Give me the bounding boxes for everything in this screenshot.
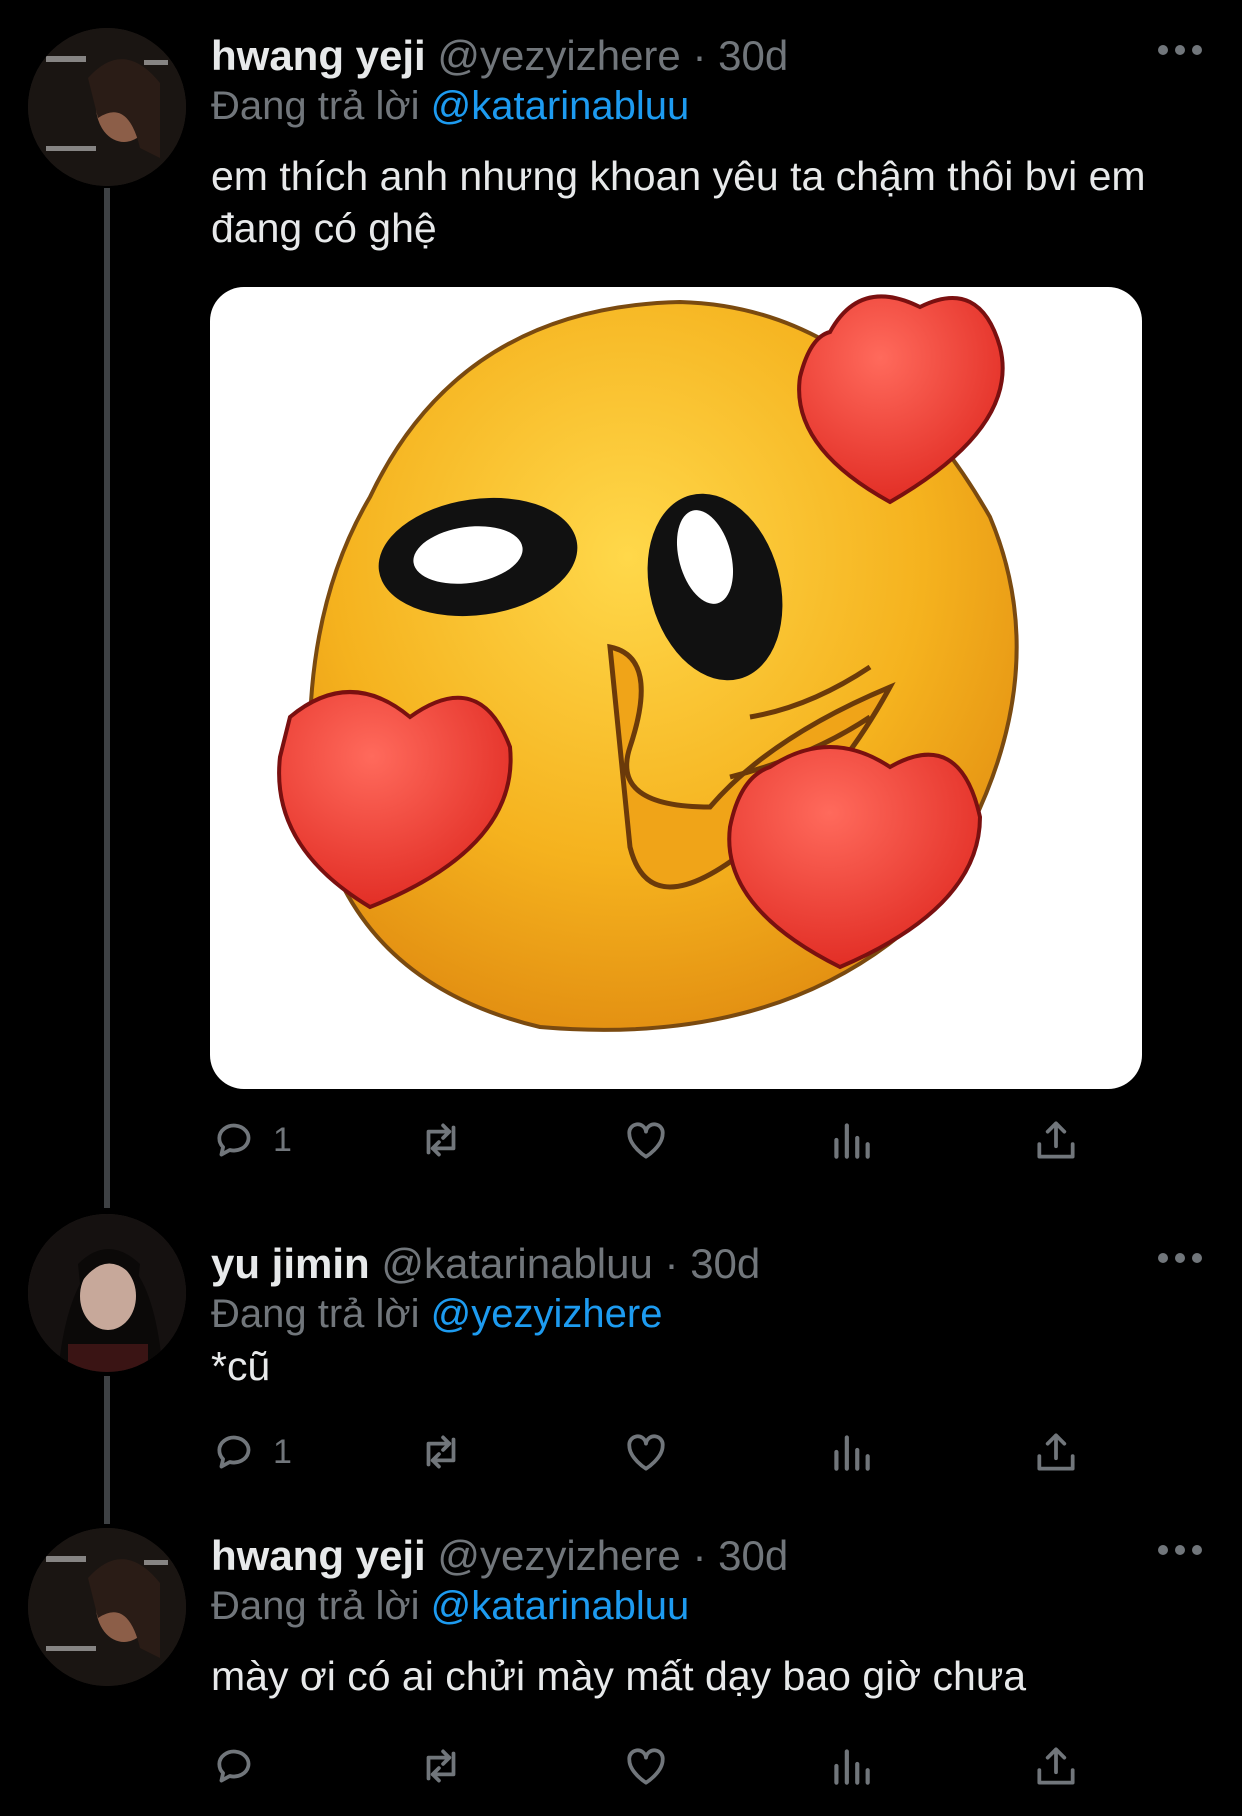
reply-mention[interactable]: @katarinabluu (431, 1584, 690, 1628)
retweet-icon (426, 1123, 456, 1157)
timestamp[interactable]: 30d (718, 32, 788, 79)
tweet-header: hwang yeji @yezyizhere · 30d (211, 1532, 788, 1580)
display-name[interactable]: hwang yeji (211, 1532, 426, 1579)
reply-button[interactable] (211, 1736, 273, 1796)
more-icon[interactable] (1158, 1248, 1202, 1268)
avatar[interactable] (28, 1528, 186, 1686)
analytics-icon (834, 1749, 870, 1785)
reply-context: Đang trả lời @katarinabluu (211, 84, 689, 129)
retweet-icon (426, 1749, 456, 1783)
tweet-text: *cũ (211, 1343, 271, 1389)
display-name[interactable]: yu jimin (211, 1240, 370, 1287)
retweet-button[interactable] (416, 1422, 466, 1482)
tweet-text: em thích anh nhưng khoan yêu ta chậm thô… (211, 153, 1146, 251)
separator: · (692, 32, 707, 79)
reply-mention[interactable]: @yezyizhere (431, 1292, 663, 1336)
share-button[interactable] (1031, 1736, 1081, 1796)
share-button[interactable] (1031, 1110, 1081, 1170)
more-icon[interactable] (1158, 1540, 1202, 1560)
like-button[interactable] (621, 1110, 671, 1170)
avatar[interactable] (28, 1214, 186, 1372)
timestamp[interactable]: 30d (690, 1240, 760, 1287)
reply-icon (217, 1749, 251, 1783)
user-handle[interactable]: @yezyizhere (437, 1532, 680, 1579)
tweet-header: yu jimin @katarinabluu · 30d (211, 1240, 760, 1288)
share-icon (1037, 1121, 1075, 1159)
reply-button[interactable]: 1 (211, 1422, 292, 1482)
like-button[interactable] (621, 1422, 671, 1482)
separator: · (692, 1532, 707, 1579)
tweet[interactable]: hwang yeji @yezyizhere · 30d Đang trả lờ… (0, 0, 1242, 1190)
tweet-header: hwang yeji @yezyizhere · 30d (211, 32, 788, 80)
display-name[interactable]: hwang yeji (211, 32, 426, 79)
reply-prefix: Đang trả lời (211, 1584, 420, 1628)
tweet[interactable]: hwang yeji @yezyizhere · 30d Đang trả lờ… (0, 1500, 1242, 1816)
reply-mention[interactable]: @katarinabluu (431, 84, 690, 128)
more-icon[interactable] (1158, 40, 1202, 60)
separator: · (664, 1240, 679, 1287)
analytics-button[interactable] (826, 1110, 876, 1170)
avatar[interactable] (28, 28, 186, 186)
reply-context: Đang trả lời @yezyizhere (211, 1292, 662, 1337)
reply-button[interactable]: 1 (211, 1110, 292, 1170)
user-handle[interactable]: @yezyizhere (437, 32, 680, 79)
like-icon (627, 1434, 665, 1471)
tweet[interactable]: yu jimin @katarinabluu · 30d Đang trả lờ… (0, 1210, 1242, 1490)
like-icon (627, 1748, 665, 1785)
analytics-icon (834, 1435, 870, 1471)
reply-prefix: Đang trả lời (211, 1292, 420, 1336)
share-icon (1037, 1747, 1075, 1785)
share-icon (1037, 1433, 1075, 1471)
tweet-image[interactable] (210, 287, 1142, 1089)
analytics-button[interactable] (826, 1736, 876, 1796)
user-handle[interactable]: @katarinabluu (381, 1240, 652, 1287)
tweet-actions: 1 (211, 1422, 1111, 1482)
reply-prefix: Đang trả lời (211, 84, 420, 128)
reply-count: 1 (273, 1120, 292, 1159)
reply-context: Đang trả lời @katarinabluu (211, 1584, 689, 1629)
retweet-button[interactable] (416, 1110, 466, 1170)
reply-icon (217, 1123, 251, 1157)
like-button[interactable] (621, 1736, 671, 1796)
reply-count: 1 (273, 1432, 292, 1471)
analytics-icon (834, 1123, 870, 1159)
analytics-button[interactable] (826, 1422, 876, 1482)
tweet-actions (211, 1736, 1111, 1796)
reply-icon (217, 1435, 251, 1469)
like-icon (627, 1122, 665, 1159)
share-button[interactable] (1031, 1422, 1081, 1482)
retweet-icon (426, 1435, 456, 1469)
tweet-text: mày ơi có ai chửi mày mất dạy bao giờ ch… (211, 1653, 1027, 1699)
retweet-button[interactable] (416, 1736, 466, 1796)
timestamp[interactable]: 30d (718, 1532, 788, 1579)
tweet-actions: 1 (211, 1110, 1111, 1170)
